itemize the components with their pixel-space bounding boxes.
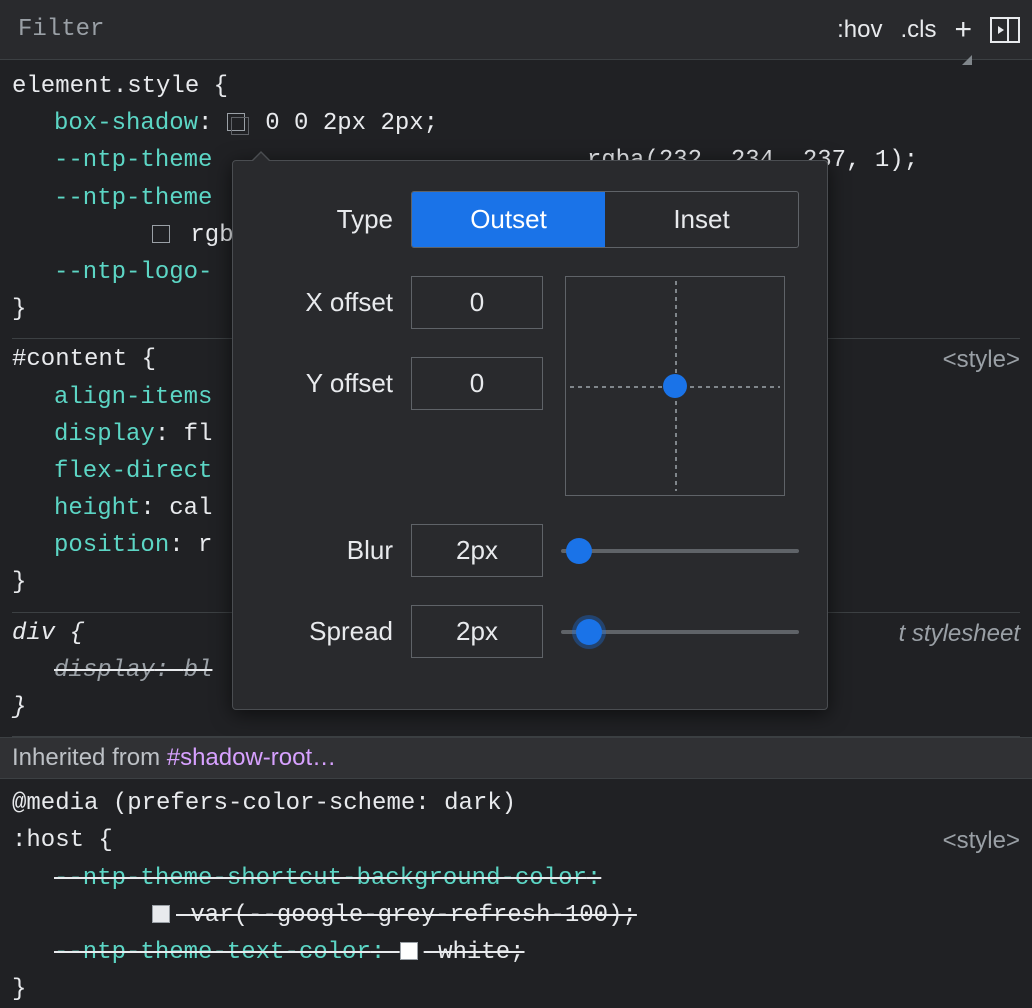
shadow-swatch-icon[interactable]	[227, 113, 245, 131]
new-style-rule-button[interactable]: +	[954, 13, 972, 47]
hov-toggle[interactable]: :hov	[837, 16, 882, 44]
property-name[interactable]: --ntp-theme-shortcut-background-color	[54, 865, 587, 892]
close-brace: }	[12, 971, 1020, 1008]
property-name[interactable]: --ntp-theme-text-color	[54, 939, 371, 966]
property-name[interactable]: --ntp-theme	[54, 185, 212, 212]
property-name[interactable]: --ntp-logo-	[54, 259, 212, 286]
property-value[interactable]: cal	[169, 495, 212, 522]
cls-toggle[interactable]: .cls	[900, 16, 936, 44]
property-name[interactable]: align-items	[54, 384, 212, 411]
selector[interactable]: element.style {	[12, 68, 1020, 105]
property-value[interactable]: r	[198, 532, 212, 559]
slider-thumb[interactable]	[576, 619, 602, 645]
property-name[interactable]: display	[54, 657, 155, 684]
property-value[interactable]: fl	[184, 421, 213, 448]
property-name[interactable]: flex-direct	[54, 458, 212, 485]
spread-slider[interactable]	[561, 630, 799, 634]
blur-label: Blur	[261, 535, 393, 566]
property-name[interactable]: --ntp-theme	[54, 147, 212, 174]
property-value[interactable]: white;	[438, 939, 524, 966]
color-swatch-icon[interactable]	[152, 225, 170, 243]
spread-label: Spread	[261, 616, 393, 647]
property-value[interactable]: rgb	[190, 222, 233, 249]
outset-button[interactable]: Outset	[412, 192, 605, 247]
property-value[interactable]: 0 0 2px 2px;	[265, 110, 438, 137]
property-name[interactable]: height	[54, 495, 140, 522]
stylesheet-link[interactable]: <style>	[943, 341, 1020, 378]
media-query[interactable]: @media (prefers-color-scheme: dark)	[12, 785, 1020, 822]
box-shadow-editor-popup: Type Outset Inset X offset Y offset Blur	[232, 160, 828, 710]
styles-toolbar: :hov .cls +	[0, 0, 1032, 60]
blur-slider[interactable]	[561, 549, 799, 553]
xy-handle[interactable]	[663, 374, 687, 398]
slider-thumb[interactable]	[566, 538, 592, 564]
inherited-from-link[interactable]: #shadow-root…	[167, 744, 336, 771]
inset-button[interactable]: Inset	[605, 192, 798, 247]
property-name[interactable]: display	[54, 421, 155, 448]
rule-media-host[interactable]: @media (prefers-color-scheme: dark) <sty…	[0, 779, 1032, 1008]
property-name[interactable]: position	[54, 532, 169, 559]
y-offset-label: Y offset	[261, 368, 393, 399]
color-swatch-icon[interactable]	[152, 905, 170, 923]
selector[interactable]: :host {	[12, 822, 1020, 859]
property-value[interactable]: var(--google-grey-refresh-100);	[190, 902, 636, 929]
inherited-label: Inherited from	[12, 744, 167, 771]
more-rules-dropdown-icon[interactable]	[962, 55, 972, 65]
shadow-type-toggle[interactable]: Outset Inset	[411, 191, 799, 248]
stylesheet-link[interactable]: <style>	[943, 822, 1020, 859]
property-name[interactable]: box-shadow	[54, 110, 198, 137]
color-swatch-icon[interactable]	[400, 942, 418, 960]
computed-sidebar-toggle-icon[interactable]	[990, 17, 1020, 43]
user-agent-label: t stylesheet	[899, 615, 1020, 652]
y-offset-input[interactable]	[411, 357, 543, 410]
filter-input[interactable]	[12, 12, 821, 47]
type-label: Type	[261, 204, 393, 235]
spread-input[interactable]	[411, 605, 543, 658]
blur-input[interactable]	[411, 524, 543, 577]
inherited-section-header: Inherited from #shadow-root…	[0, 737, 1032, 779]
offset-xy-pad[interactable]	[565, 276, 785, 496]
x-offset-input[interactable]	[411, 276, 543, 329]
x-offset-label: X offset	[261, 287, 393, 318]
property-value[interactable]: bl	[184, 657, 213, 684]
